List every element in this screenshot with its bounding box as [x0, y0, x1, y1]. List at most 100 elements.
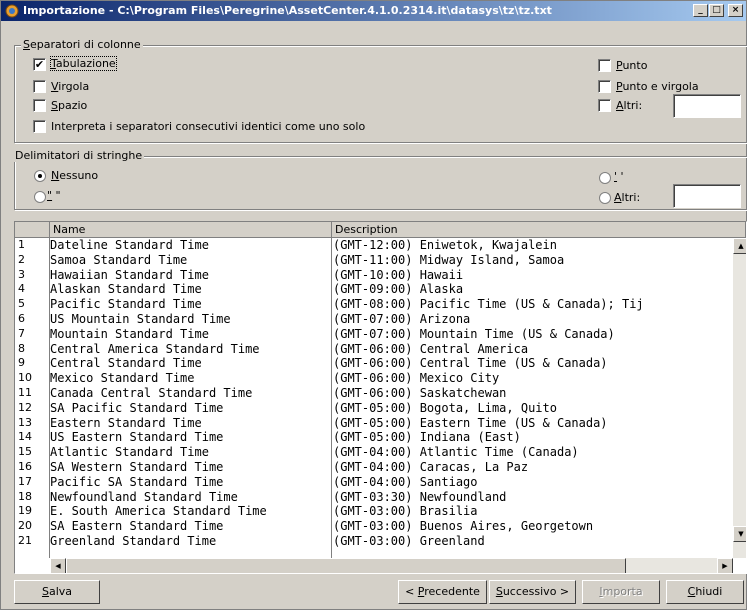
other-separators-input[interactable]	[673, 94, 741, 118]
horizontal-scrollbar[interactable]: ◀ ▶	[50, 558, 733, 573]
row-name: SA Pacific Standard Time	[50, 400, 224, 415]
other-delimiters-label: Altri:	[614, 191, 641, 204]
row-number: 7	[18, 326, 25, 340]
point-checkbox[interactable]	[598, 59, 611, 72]
window-title: Importazione - C:\Program Files\Peregrin…	[23, 4, 552, 17]
row-name: SA Eastern Standard Time	[50, 519, 224, 534]
row-name: Atlantic Standard Time	[50, 445, 209, 460]
row-number: 13	[18, 415, 32, 429]
row-name: SA Western Standard Time	[50, 460, 224, 474]
minimize-button[interactable]: _	[693, 4, 708, 17]
row-description: (GMT-03:00) Greenland	[333, 534, 485, 548]
close-window-button[interactable]: ×	[728, 4, 743, 17]
space-checkbox[interactable]	[33, 99, 46, 112]
string-delimiters-legend: Delimitatori di stringhe	[13, 149, 145, 162]
row-name: Hawaiian Standard Time	[50, 267, 209, 282]
row-number: 5	[18, 297, 25, 311]
row-description: (GMT-06:00) Central Time (US & Canada)	[333, 356, 608, 371]
row-number: 17	[18, 474, 32, 488]
point-label: Punto	[616, 59, 648, 72]
row-description: (GMT-12:00) Eniwetok, Kwajalein	[333, 238, 557, 252]
row-name: Samoa Standard Time	[50, 252, 188, 267]
double-quote-radio[interactable]	[34, 191, 46, 203]
row-name: US Eastern Standard Time	[50, 430, 224, 445]
row-description: (GMT-07:00) Arizona	[333, 312, 471, 326]
next-button[interactable]: Successivo >	[489, 580, 576, 604]
save-button[interactable]: Salva	[14, 580, 100, 604]
row-number: 20	[18, 519, 32, 533]
row-description: (GMT-09:00) Alaska	[333, 282, 464, 297]
none-delimiter-radio[interactable]	[34, 170, 46, 182]
preview-grid[interactable]: Name Description 1 Dateline Standard Time…	[14, 221, 747, 574]
row-name: Central America Standard Time	[50, 341, 260, 356]
row-name: E. South America Standard Time	[50, 504, 267, 519]
row-description: (GMT-04:00) Santiago	[333, 474, 478, 489]
row-name: Pacific SA Standard Time	[50, 474, 224, 489]
title-bar[interactable]: Importazione - C:\Program Files\Peregrin…	[1, 1, 746, 21]
row-name: Mountain Standard Time	[50, 326, 209, 341]
consecutive-label: Interpreta i separatori consecutivi iden…	[51, 120, 366, 133]
row-description: (GMT-07:00) Mountain Time (US & Canada)	[333, 326, 615, 341]
row-name: Newfoundland Standard Time	[50, 489, 238, 504]
other-delimiters-input[interactable]	[673, 184, 741, 208]
tab-checkbox[interactable]: ✔	[33, 58, 46, 71]
row-number: 16	[18, 460, 32, 473]
space-label: Spazio	[51, 99, 88, 112]
app-icon	[5, 4, 19, 18]
row-description: (GMT-05:00) Bogota, Lima, Quito	[333, 400, 557, 415]
double-quote-label: " "	[47, 189, 61, 202]
previous-button[interactable]: < Precedente	[398, 580, 487, 604]
other-separators-checkbox[interactable]	[598, 99, 611, 112]
row-description: (GMT-03:30) Newfoundland	[333, 489, 507, 504]
name-column-header[interactable]: Name	[50, 222, 332, 238]
row-description: (GMT-04:00) Caracas, La Paz	[333, 460, 529, 474]
tab-label: Tabulazione	[50, 56, 117, 71]
row-name: US Mountain Standard Time	[50, 312, 231, 326]
row-number: 11	[18, 386, 32, 399]
scroll-up-arrow-icon[interactable]: ▲	[733, 238, 746, 254]
close-button[interactable]: Chiudi	[666, 580, 744, 604]
column-separators-legend: Separatori di colonne	[21, 38, 143, 51]
row-description: (GMT-05:00) Eastern Time (US & Canada)	[333, 415, 608, 430]
horizontal-scroll-thumb[interactable]	[66, 558, 626, 573]
none-delimiter-label: Nessuno	[51, 169, 99, 182]
row-name: Canada Central Standard Time	[50, 386, 253, 400]
row-number: 12	[18, 400, 32, 414]
row-name: Dateline Standard Time	[50, 238, 209, 252]
row-number: 10	[18, 371, 32, 385]
other-delimiters-radio[interactable]	[599, 192, 611, 204]
row-description: (GMT-06:00) Saskatchewan	[333, 386, 507, 400]
consecutive-checkbox[interactable]	[33, 120, 46, 133]
row-description: (GMT-11:00) Midway Island, Samoa	[333, 252, 565, 267]
row-number: 6	[18, 312, 25, 325]
row-number: 9	[18, 356, 25, 370]
row-number: 14	[18, 430, 32, 444]
import-dialog: Importazione - C:\Program Files\Peregrin…	[0, 0, 747, 610]
row-name: Alaskan Standard Time	[50, 282, 202, 297]
semicolon-checkbox[interactable]	[598, 80, 611, 93]
row-description: (GMT-03:00) Buenos Aires, Georgetown	[333, 519, 594, 534]
comma-checkbox[interactable]	[33, 80, 46, 93]
row-description: (GMT-04:00) Atlantic Time (Canada)	[333, 445, 579, 460]
scroll-down-arrow-icon[interactable]: ▼	[733, 526, 746, 542]
row-number: 19	[18, 504, 32, 518]
row-description: (GMT-10:00) Hawaii	[333, 267, 464, 282]
row-description: (GMT-03:00) Brasilia	[333, 504, 478, 519]
maximize-button[interactable]: □	[709, 4, 724, 17]
vertical-scrollbar[interactable]: ▲ ▼	[733, 238, 746, 558]
row-number: 2	[18, 252, 25, 266]
other-separators-label: Altri:	[616, 99, 643, 112]
row-number: 1	[18, 238, 25, 251]
single-quote-radio[interactable]	[599, 172, 611, 184]
row-number-header	[15, 222, 50, 238]
description-column-header[interactable]: Description	[332, 222, 746, 238]
row-description: (GMT-06:00) Central America	[333, 341, 529, 356]
row-name: Mexico Standard Time	[50, 371, 195, 386]
scroll-left-arrow-icon[interactable]: ◀	[50, 558, 66, 573]
import-button[interactable]: Importa	[582, 580, 660, 604]
row-number: 8	[18, 341, 25, 355]
row-name: Greenland Standard Time	[50, 534, 217, 548]
row-name: Pacific Standard Time	[50, 297, 202, 312]
row-number: 18	[18, 489, 32, 503]
scroll-right-arrow-icon[interactable]: ▶	[717, 558, 733, 573]
